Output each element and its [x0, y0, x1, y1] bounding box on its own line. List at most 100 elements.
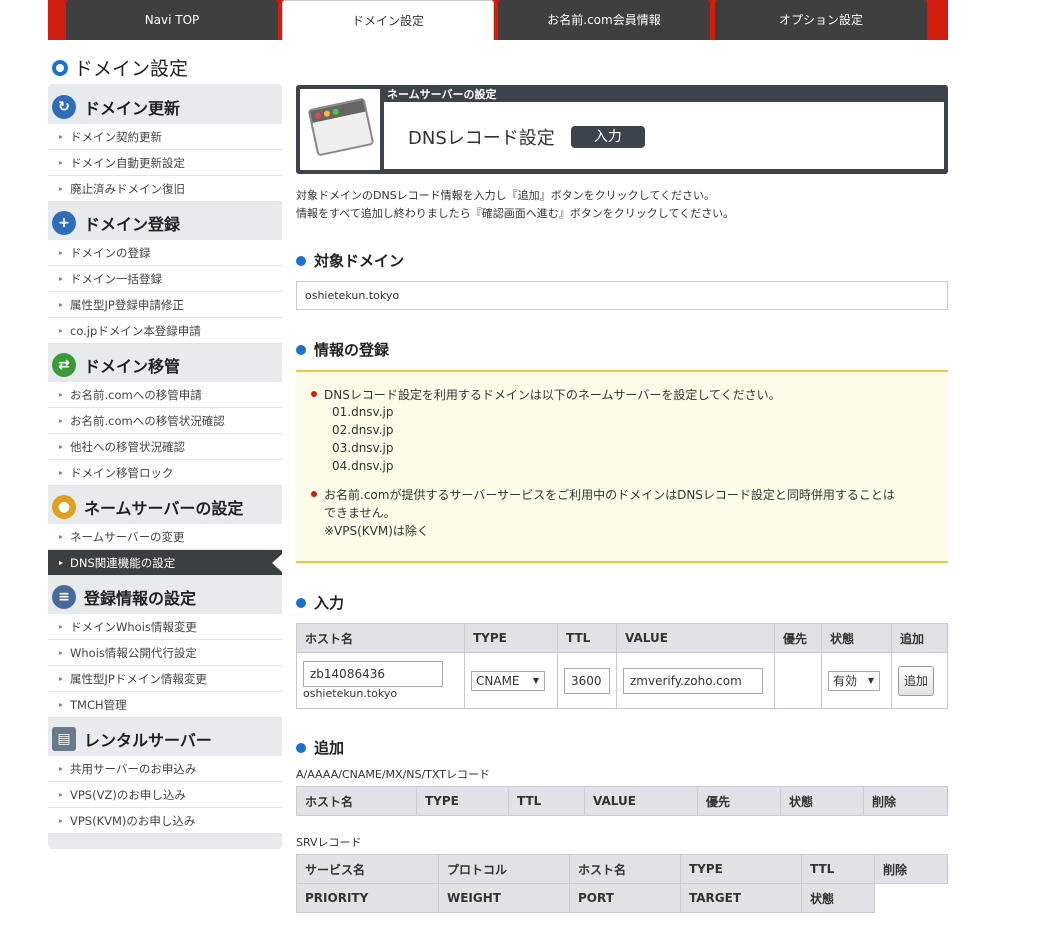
- sidebar-item-tmch[interactable]: TMCH管理: [48, 692, 282, 718]
- panel-body: DNSレコード設定 入力: [384, 102, 944, 169]
- hostname-cell: zb14086436 oshietekun.tokyo: [296, 652, 465, 709]
- browser-window-icon: [307, 97, 375, 157]
- col-hostname: ホスト名: [296, 786, 417, 816]
- server-icon: ▤: [52, 727, 76, 751]
- panel-title: DNSレコード設定: [408, 128, 555, 149]
- col-priority: 優先: [697, 786, 781, 816]
- notice-text-2b: できません。: [324, 506, 396, 520]
- step-badge: 入力: [570, 126, 645, 148]
- nameserver-4: 04.dnsv.jp: [332, 459, 394, 473]
- col-delete: 削除: [863, 786, 948, 816]
- srv-records-table-subheader: PRIORITY WEIGHT PORT TARGET 状態: [296, 883, 875, 913]
- page-title: ドメイン設定: [52, 54, 188, 81]
- sidebar-item-cojp-register[interactable]: co.jpドメイン本登録申請: [48, 318, 282, 344]
- tab-option-settings[interactable]: オプション設定: [715, 0, 927, 40]
- priority-cell: [774, 652, 822, 709]
- status-select[interactable]: 有効: [828, 670, 880, 691]
- col-type: TYPE: [416, 786, 509, 816]
- srv-records-table-header: サービス名 プロトコル ホスト名 TYPE TTL 削除: [296, 854, 948, 884]
- col-hostname: ホスト名: [569, 854, 681, 884]
- transfer-icon: ⇄: [52, 353, 76, 377]
- col-value: VALUE: [584, 786, 698, 816]
- col-ttl: TTL: [508, 786, 585, 816]
- nameserver-1: 01.dnsv.jp: [332, 405, 394, 419]
- sidebar-item-auto-renewal[interactable]: ドメイン自動更新設定: [48, 150, 282, 176]
- type-cell: CNAME: [464, 652, 558, 709]
- caption-srv-records: SRVレコード: [296, 836, 362, 849]
- status-cell: 有効: [821, 652, 892, 709]
- sidebar-item-vps-vz[interactable]: VPS(VZ)のお申し込み: [48, 782, 282, 808]
- section-title: レンタルサーバー: [84, 731, 212, 750]
- sidebar-section-rental-server: ▤ レンタルサーバー: [52, 722, 212, 756]
- sidebar-item-jp-info-change[interactable]: 属性型JPドメイン情報変更: [48, 666, 282, 692]
- sidebar-item-domain-register[interactable]: ドメインの登録: [48, 240, 282, 266]
- sidebar-item-shared-server[interactable]: 共用サーバーのお申込み: [48, 756, 282, 782]
- sidebar-item-whois-change[interactable]: ドメインWhois情報変更: [48, 614, 282, 640]
- value-input[interactable]: zmverify.zoho.com: [623, 667, 763, 694]
- sidebar-item-dns-settings[interactable]: DNS関連機能の設定: [48, 550, 282, 576]
- sidebar-item-other-transfer[interactable]: 他社への移管状況確認: [48, 434, 282, 460]
- notice-box: DNSレコード設定を利用するドメインは以下のネームサーバーを設定してください。 …: [296, 370, 948, 563]
- col-ttl: TTL: [801, 854, 875, 884]
- section-title: ドメイン登録: [84, 215, 181, 234]
- col-status: 状態: [780, 786, 864, 816]
- col-status: 状態: [821, 623, 892, 653]
- col-priority: PRIORITY: [296, 883, 439, 913]
- sidebar-item-transfer-request[interactable]: お名前.comへの移管申請: [48, 382, 282, 408]
- bullet-icon: [311, 491, 317, 497]
- page-title-text: ドメイン設定: [74, 58, 189, 80]
- tab-navi-top[interactable]: Navi TOP: [66, 0, 278, 40]
- add-button[interactable]: 追加: [898, 665, 934, 696]
- col-weight: WEIGHT: [438, 883, 570, 913]
- hostname-input[interactable]: zb14086436: [303, 661, 443, 687]
- sidebar-item-transfer-status[interactable]: お名前.comへの移管状況確認: [48, 408, 282, 434]
- bullet-icon: [311, 391, 317, 397]
- circle-icon: [52, 59, 68, 76]
- value-cell: zmverify.zoho.com: [616, 652, 775, 709]
- tab-domain-settings[interactable]: ドメイン設定: [282, 0, 494, 40]
- section-title: ドメイン更新: [84, 99, 181, 118]
- section-title: ネームサーバーの設定: [84, 499, 244, 518]
- nameserver-3: 03.dnsv.jp: [332, 441, 394, 455]
- type-select[interactable]: CNAME: [471, 670, 545, 691]
- sidebar-item-restore[interactable]: 廃止済みドメイン復旧: [48, 176, 282, 202]
- window-illustration: [300, 89, 380, 170]
- nameserver-2: 02.dnsv.jp: [332, 423, 394, 437]
- input-table: ホスト名 TYPE TTL VALUE 優先 状態 追加 zb14086436 …: [296, 623, 948, 709]
- col-status: 状態: [801, 883, 875, 913]
- col-type: TYPE: [464, 623, 558, 653]
- sidebar-item-bulk-register[interactable]: ドメイン一括登録: [48, 266, 282, 292]
- ttl-input[interactable]: 3600: [564, 667, 610, 694]
- section-title: 登録情報の設定: [84, 589, 197, 608]
- sidebar-section-transfer: ⇄ ドメイン移管: [52, 348, 180, 382]
- sidebar-item-jp-modify[interactable]: 属性型JP登録申請修正: [48, 292, 282, 318]
- plus-icon: +: [52, 211, 76, 235]
- col-priority: 優先: [774, 623, 822, 653]
- sidebar-item-vps-kvm[interactable]: VPS(KVM)のお申し込み: [48, 808, 282, 834]
- refresh-icon: ↻: [52, 95, 76, 119]
- sidebar-item-domain-renewal[interactable]: ドメイン契約更新: [48, 124, 282, 150]
- ttl-cell: 3600: [557, 652, 617, 709]
- notice-text-1: DNSレコード設定を利用するドメインは以下のネームサーバーを設定してください。: [324, 388, 781, 402]
- dns-record-header-panel: ネームサーバーの設定 DNSレコード設定 入力: [296, 85, 948, 174]
- target-domain-field: oshietekun.tokyo: [296, 281, 948, 310]
- sidebar-item-transfer-lock[interactable]: ドメイン移管ロック: [48, 460, 282, 486]
- document-icon: ≡: [52, 585, 76, 609]
- sidebar-item-whois-proxy[interactable]: Whois情報公開代行設定: [48, 640, 282, 666]
- heading-input: 入力: [296, 592, 344, 613]
- col-add: 追加: [891, 623, 948, 653]
- instruction-line-2: 情報をすべて追加し終わりましたら『確認画面へ進む』ボタンをクリックしてください。: [296, 207, 735, 220]
- instruction-line-1: 対象ドメインのDNSレコード情報を入力し『追加』ボタンをクリックしてください。: [296, 189, 716, 202]
- domain-suffix: oshietekun.tokyo: [303, 687, 398, 700]
- tab-member-info[interactable]: お名前.com会員情報: [498, 0, 710, 40]
- users-icon: ●: [52, 495, 76, 519]
- sidebar-section-renewal: ↻ ドメイン更新: [52, 90, 180, 124]
- heading-added: 追加: [296, 737, 344, 758]
- col-value: VALUE: [616, 623, 775, 653]
- sidebar-section-nameserver: ● ネームサーバーの設定: [52, 490, 243, 524]
- col-protocol: プロトコル: [438, 854, 570, 884]
- col-service: サービス名: [296, 854, 439, 884]
- added-records-table: ホスト名 TYPE TTL VALUE 優先 状態 削除: [296, 786, 948, 816]
- col-type: TYPE: [680, 854, 802, 884]
- sidebar-item-nameserver-change[interactable]: ネームサーバーの変更: [48, 524, 282, 550]
